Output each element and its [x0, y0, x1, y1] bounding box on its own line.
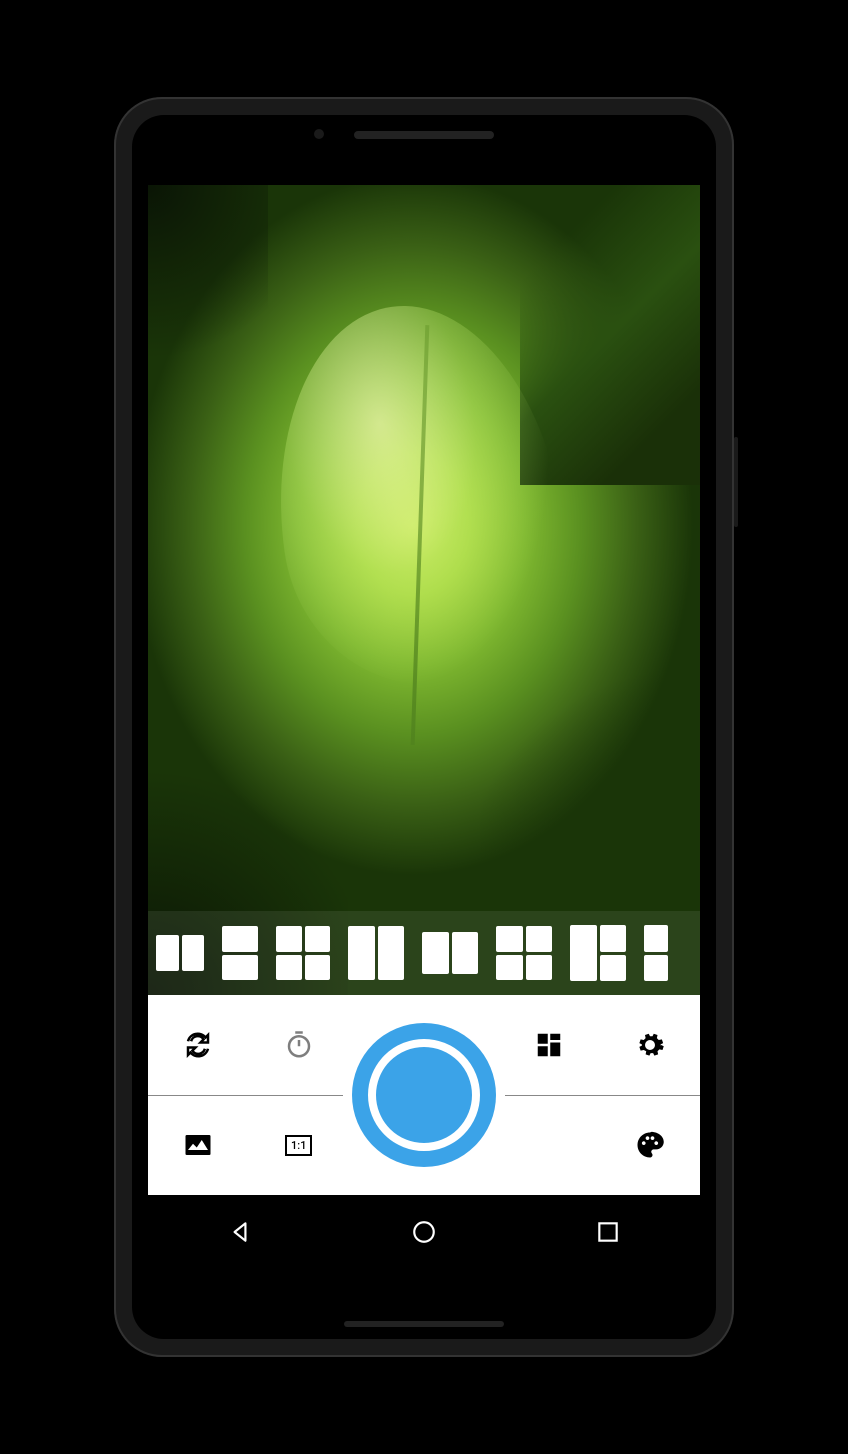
collage-template[interactable]	[276, 926, 330, 980]
shutter-inner	[368, 1039, 480, 1151]
gallery-button[interactable]	[176, 1123, 220, 1167]
app-screen: 1:1	[148, 185, 700, 1269]
aspect-ratio-button[interactable]: 1:1	[277, 1123, 321, 1167]
refresh-icon	[183, 1030, 213, 1060]
circle-home-icon	[411, 1219, 437, 1245]
gear-icon	[635, 1030, 665, 1060]
settings-button[interactable]	[628, 1023, 672, 1067]
phone-bezel: 1:1	[132, 115, 716, 1339]
divider	[148, 1095, 343, 1096]
phone-front-camera	[314, 129, 324, 139]
nav-back-button[interactable]	[227, 1219, 253, 1249]
nav-home-button[interactable]	[411, 1219, 437, 1249]
image-icon	[183, 1130, 213, 1160]
phone-power-button	[734, 437, 738, 527]
collage-template[interactable]	[496, 926, 552, 980]
collage-layout-button[interactable]	[527, 1023, 571, 1067]
collage-template[interactable]	[348, 926, 404, 980]
collage-template[interactable]	[422, 932, 478, 974]
divider	[505, 1095, 700, 1096]
color-palette-button[interactable]	[628, 1123, 672, 1167]
shutter-button[interactable]	[352, 1023, 496, 1167]
camera-viewfinder[interactable]	[148, 185, 700, 995]
collage-template[interactable]	[156, 935, 204, 971]
phone-earpiece	[354, 131, 494, 139]
collage-template[interactable]	[644, 925, 668, 981]
switch-camera-button[interactable]	[176, 1023, 220, 1067]
collage-template[interactable]	[570, 925, 626, 981]
palette-icon	[635, 1130, 665, 1160]
collage-template[interactable]	[222, 926, 258, 980]
grid-icon	[534, 1030, 564, 1060]
nav-recent-button[interactable]	[595, 1219, 621, 1249]
timer-button[interactable]	[277, 1023, 321, 1067]
android-navbar	[148, 1199, 700, 1269]
triangle-back-icon	[227, 1219, 253, 1245]
phone-speaker	[344, 1321, 504, 1327]
aspect-ratio-label: 1:1	[285, 1135, 312, 1156]
phone-device-frame: 1:1	[114, 97, 734, 1357]
timer-icon	[284, 1030, 314, 1060]
square-recent-icon	[595, 1219, 621, 1245]
collage-template-strip[interactable]	[148, 911, 700, 995]
camera-controls: 1:1	[148, 995, 700, 1195]
